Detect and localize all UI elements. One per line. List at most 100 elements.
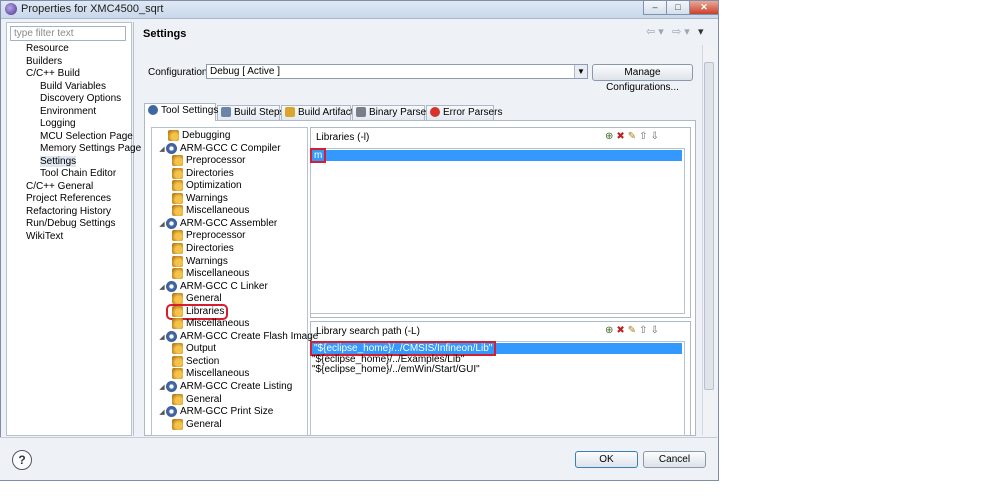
nav-item[interactable]: Builders [26,56,62,67]
library-item[interactable]: m [309,148,682,163]
maximize-icon[interactable]: □ [666,1,690,15]
tab-build-artifact[interactable]: Build Artifact [281,105,354,120]
splitter[interactable] [133,22,134,436]
tree-option-node[interactable]: Warnings [168,255,228,268]
page-title: Settings [143,28,187,40]
add-icon[interactable]: ⊕ [605,131,616,142]
tree-option-node[interactable]: General [168,293,222,305]
window-title: Properties for XMC4500_sqrt [21,3,164,15]
tree-option-node[interactable]: Warnings [168,192,228,205]
tree-option-node[interactable]: Miscellaneous [168,205,249,217]
tree-option-node[interactable]: Directories [168,167,234,180]
tree-option-node[interactable]: Libraries [165,303,229,320]
library-paths-toolbar: ⊕✖✎⇧⇩ [605,325,662,336]
expand-toggle-icon[interactable]: ◢ [158,382,166,394]
nav-item[interactable]: MCU Selection Page [40,131,133,142]
nav-item[interactable]: Tool Chain Editor [40,168,116,179]
tree-node-label: Preprocessor [186,155,246,167]
minimize-icon[interactable]: – [643,1,667,15]
tree-option-node[interactable]: Preprocessor [168,230,245,242]
settings-page-icon [172,268,183,280]
tree-tool-node[interactable]: ◢ ARM-GCC Create Listing [158,381,292,393]
close-icon[interactable]: ✕ [689,1,719,15]
settings-page-icon [172,155,183,167]
error-icon [430,107,440,118]
tree-node-label: ARM-GCC C Compiler [180,142,281,154]
expand-toggle-icon[interactable]: ◢ [158,219,166,231]
nav-item[interactable]: Memory Settings Page [40,143,141,154]
tool-gear-icon [166,142,177,154]
view-menu-icon[interactable]: ▾ [698,25,704,38]
nav-item[interactable]: WikiText [26,231,63,242]
move-down-icon[interactable]: ⇩ [651,131,662,142]
expand-toggle-icon[interactable]: ◢ [158,282,166,294]
tree-tool-node[interactable]: ◢ ARM-GCC Print Size [158,406,273,418]
tree-node-label: Output [186,343,217,355]
nav-item[interactable]: Project References [26,193,111,204]
nav-item[interactable]: Refactoring History [26,206,111,217]
filter-input[interactable]: type filter text [10,26,126,41]
edit-icon[interactable]: ✎ [628,325,639,336]
tree-tool-node[interactable]: ◢ ARM-GCC Create Flash Image [158,330,318,344]
tab-tool-settings[interactable]: Tool Settings [144,103,219,121]
nav-item[interactable]: Resource [26,43,69,54]
move-up-icon[interactable]: ⇧ [639,131,650,142]
library-path-item[interactable]: "${eclipse_home}/../CMSIS/Infineon/Lib" [309,341,682,356]
tree-option-node[interactable]: Miscellaneous [168,368,249,380]
configuration-select[interactable]: Debug [ Active ] ▼ [206,64,588,79]
tree-option-node[interactable]: Section [168,355,220,368]
tree-tool-node[interactable]: ◢ ARM-GCC C Linker [158,280,268,294]
tree-node-label: ARM-GCC Create Listing [180,381,293,393]
tree-option-node[interactable]: Output [168,343,216,355]
move-up-icon[interactable]: ⇧ [639,325,650,336]
tree-option-node[interactable]: General [168,418,222,431]
settings-page-icon [172,293,183,305]
cancel-button[interactable]: Cancel [643,451,706,468]
tree-option-node[interactable]: Miscellaneous [168,318,249,330]
nav-item[interactable]: Logging [40,118,76,129]
vertical-scrollbar[interactable] [702,45,714,435]
library-path-item[interactable]: "${eclipse_home}/../Examples/Lib" [312,354,464,365]
add-icon[interactable]: ⊕ [605,325,616,336]
tree-option-node[interactable]: Debugging [168,130,230,142]
tree-option-node[interactable]: General [168,393,222,406]
nav-item[interactable]: C/C++ Build [26,68,80,79]
settings-page-icon [172,167,183,179]
tab-error-parsers[interactable]: Error Parsers [426,105,502,120]
tree-option-node[interactable]: Preprocessor [168,155,245,167]
expand-toggle-icon[interactable]: ◢ [158,144,166,156]
move-down-icon[interactable]: ⇩ [651,325,662,336]
ok-button[interactable]: OK [575,451,638,468]
nav-item[interactable]: Run/Debug Settings [26,218,116,229]
forward-arrow-icon[interactable]: ⇨ ▾ [672,25,690,38]
scrollbar-thumb[interactable] [704,62,714,390]
nav-item[interactable]: C/C++ General [26,181,93,192]
configuration-value: Debug [ Active ] [210,66,281,77]
tree-node-label: Section [186,356,220,368]
tree-option-node[interactable]: Miscellaneous [168,268,249,280]
manage-configurations-button[interactable]: Manage Configurations... [592,64,693,93]
tab-binary-parsers[interactable]: Binary Parsers [352,105,435,120]
library-path-text: "${eclipse_home}/../Examples/Lib" [312,353,465,365]
tree-node-label: Debugging [182,130,231,142]
expand-toggle-icon[interactable]: ◢ [158,332,166,344]
tree-option-node[interactable]: Directories [168,242,234,255]
tree-tool-node[interactable]: ◢ ARM-GCC C Compiler [158,142,281,156]
delete-icon[interactable]: ✖ [616,131,627,142]
edit-icon[interactable]: ✎ [628,131,639,142]
tree-option-node[interactable]: Optimization [168,180,242,192]
expand-toggle-icon[interactable]: ◢ [158,407,166,419]
tree-tool-node[interactable]: ◢ ARM-GCC Assembler [158,217,277,231]
binary-icon [356,107,366,118]
help-icon[interactable]: ? [12,450,32,470]
chevron-down-icon[interactable]: ▼ [574,65,587,78]
nav-item[interactable]: Build Variables [40,81,106,92]
nav-item[interactable]: Discovery Options [40,93,121,104]
tab-build-steps[interactable]: Build Steps [217,105,285,120]
delete-icon[interactable]: ✖ [616,325,627,336]
back-arrow-icon[interactable]: ⇦ ▾ [646,25,664,38]
library-path-item[interactable]: "${eclipse_home}/../emWin/Start/GUI" [312,364,480,375]
nav-item[interactable]: Environment [40,106,96,117]
tab-label: Tool Settings [161,105,219,116]
nav-item[interactable]: Settings [40,155,77,167]
